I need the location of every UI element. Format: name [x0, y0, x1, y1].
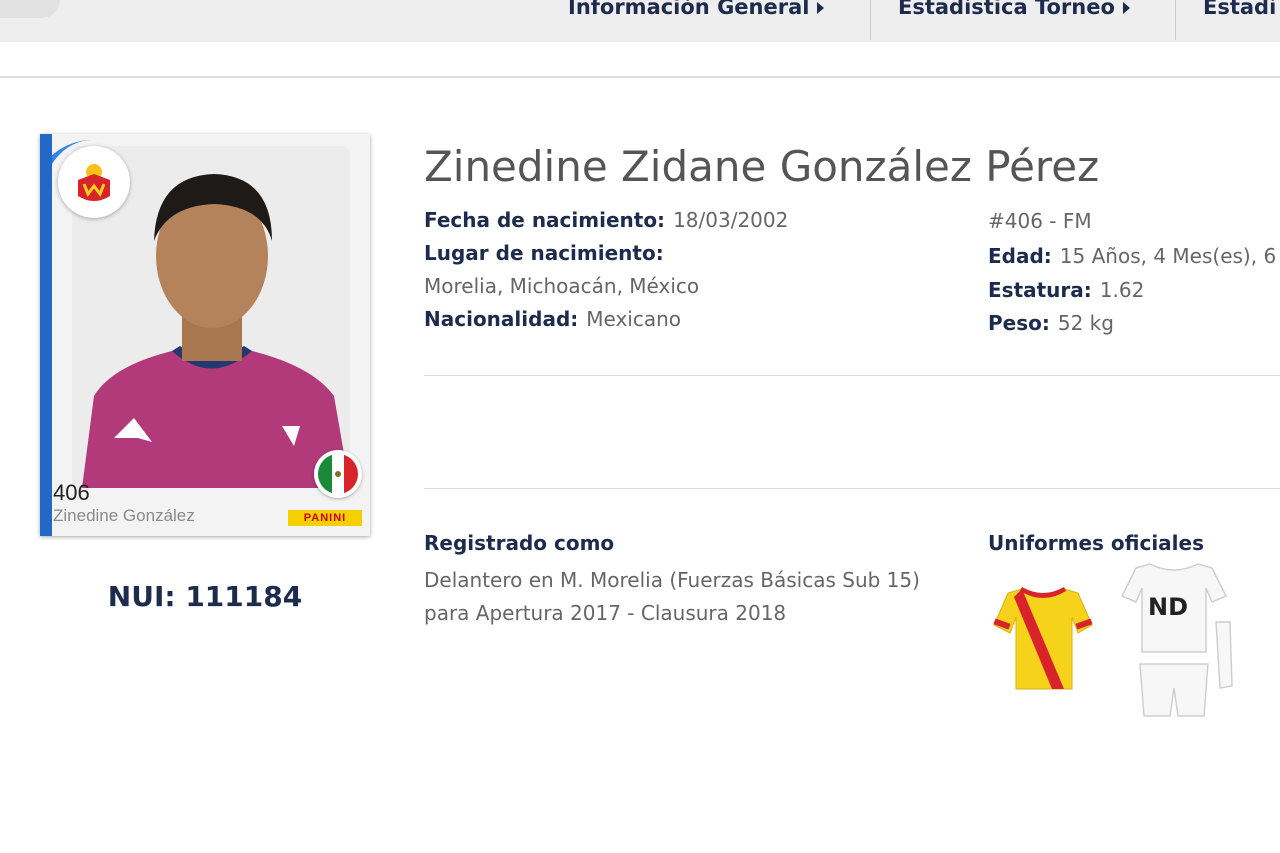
weight-value: 52 kg — [1057, 311, 1114, 335]
away-kit-icon — [1120, 560, 1240, 726]
birth-date-row: Fecha de nacimiento: 18/03/2002 — [424, 208, 788, 232]
nui-number: NUI: 111184 — [107, 580, 303, 613]
top-nav-bar: Información General Estadística Torneo E… — [0, 0, 1280, 42]
sticker-number: 406 — [53, 480, 90, 505]
weight-row: Peso: 52 kg — [988, 311, 1114, 335]
height-label: Estatura: — [988, 278, 1092, 302]
section-divider — [424, 488, 1280, 489]
tab-label: Información General — [568, 0, 810, 19]
birth-place-label: Lugar de nacimiento: — [424, 241, 664, 265]
birth-place-value: Morelia, Michoacán, México — [424, 274, 700, 298]
sticker-player-name: Zinedine González — [53, 506, 195, 525]
age-row: Edad: 15 Años, 4 Mes(es), 6 — [988, 244, 1276, 268]
nav-left-tab[interactable] — [0, 0, 60, 18]
number-position: #406 - FM — [988, 209, 1092, 233]
registration-title: Registrado como — [424, 531, 615, 555]
height-row: Estatura: 1.62 — [988, 278, 1144, 302]
sticker-stripe — [40, 134, 52, 536]
caret-right-icon — [1122, 2, 1130, 14]
nationality-value: Mexicano — [586, 307, 682, 331]
age-label: Edad: — [988, 244, 1052, 268]
header-divider — [0, 76, 1280, 78]
tab-estadistica[interactable]: Estadí — [1203, 0, 1276, 40]
away-kit-nd-label: ND — [1148, 593, 1189, 621]
birth-date-value: 18/03/2002 — [673, 208, 789, 232]
nationality-label: Nacionalidad: — [424, 307, 579, 331]
height-value: 1.62 — [1099, 278, 1145, 302]
registration-line-2: para Apertura 2017 - Clausura 2018 — [424, 601, 787, 625]
registration-line-1: Delantero en M. Morelia (Fuerzas Básicas… — [424, 568, 920, 592]
tab-label: Estadística Torneo — [898, 0, 1115, 19]
birth-place-label-row: Lugar de nacimiento: — [424, 241, 664, 265]
age-value: 15 Años, 4 Mes(es), 6 — [1059, 244, 1277, 268]
tab-estadistica-torneo[interactable]: Estadística Torneo — [898, 0, 1130, 40]
panini-logo: PANINI — [288, 510, 362, 526]
nav-separator — [870, 0, 871, 40]
player-full-name: Zinedine Zidane González Pérez — [424, 142, 1100, 191]
uniforms-title: Uniformes oficiales — [988, 531, 1205, 555]
nav-separator — [1175, 0, 1176, 40]
weight-label: Peso: — [988, 311, 1050, 335]
registration-text: Delantero en M. Morelia (Fuerzas Básicas… — [424, 564, 984, 630]
monarcas-morelia-crest-icon — [58, 146, 130, 218]
mexico-flag-icon — [314, 450, 362, 498]
player-sticker: 406 Zinedine González PANINI — [40, 134, 370, 536]
nationality-row: Nacionalidad: Mexicano — [424, 307, 681, 331]
caret-right-icon — [817, 2, 825, 14]
birth-date-label: Fecha de nacimiento: — [424, 208, 666, 232]
home-jersey-icon — [992, 585, 1094, 699]
tab-label: Estadí — [1203, 0, 1277, 19]
tab-informacion-general[interactable]: Información General — [568, 0, 825, 40]
section-divider — [424, 375, 1280, 376]
